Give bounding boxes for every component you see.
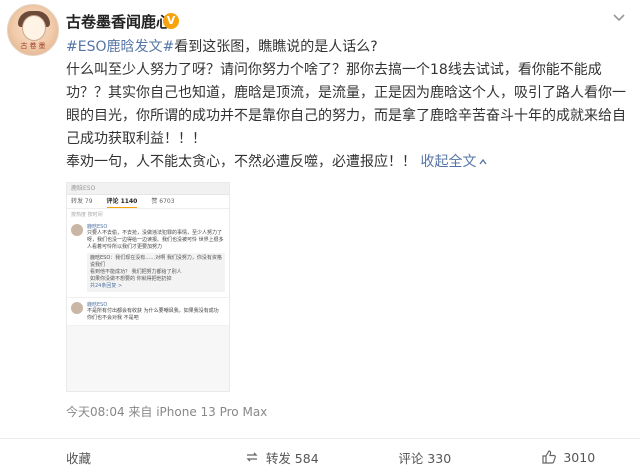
embed-comment: 鹿晗ESO 不是所有付出都会有收获 为什么要嘲讽我，如果我没有成功 你们也不会对… [67,298,229,326]
embed-stat-comment: 评论 1140 [106,195,138,208]
post-line-1-text: 看到这张图，瞧瞧说的是人话么? [174,39,378,55]
post-line-3: 奉劝一句，人不能太贪心，不然必遭反噬，必遭报应！！ 收起全文 [66,151,626,174]
embed-reply: 鹿晗ESO：我们现在没有……对啊 我们没努力，你没有资格说我们 看到他不能成功？… [87,253,225,292]
post-line-3-text: 奉劝一句，人不能太贪心，不然必遭反噬，必遭报应！！ [66,154,416,170]
embed-stats: 转发 79 评论 1140 赞 6703 [67,195,229,209]
post-line-2: 什么叫至少人努力了呀？请问你努力个啥了？那你去搞一个18线去试试，看你能不能成功… [66,62,626,147]
comment-button[interactable]: 评论 330 [353,439,497,475]
chevron-down-icon[interactable] [612,10,626,24]
embed-avatar [71,224,83,236]
embed-comment-name: 鹿晗ESO [87,302,108,308]
avatar-face [22,15,46,41]
repost-icon [246,452,258,462]
embed-top-bar: 鹿晗ESO [67,183,229,195]
avatar-seal: 古卷墨 [20,42,48,50]
embed-comment-body: 只要人不去偷，不去抢，没做违法犯罪的事情，至少人努力了呀，我们也没一边得给一边读… [87,230,224,250]
collapse-label: 收起全文 [420,154,477,170]
embed-reply-3: 如果你没做不想要的 你就得把他扔掉 [90,276,172,282]
embed-stat-like: 赞 6703 [151,198,175,205]
topic-link[interactable]: #ESO鹿晗发文# [66,39,174,55]
post-image[interactable]: 鹿晗ESO 转发 79 评论 1140 赞 6703 按热度 按时间 鹿晗ESO… [66,182,230,392]
collapse-text-button[interactable]: 收起全文 [420,154,488,170]
embed-avatar [71,302,83,314]
action-bar: 收藏 转发 584 评论 330 3010 [0,438,640,475]
weibo-post: 古卷墨 古卷墨香闻鹿心 V #ESO鹿晗发文#看到这张图，瞧瞧说的是人话么? 什… [0,0,640,475]
embed-comment: 鹿晗ESO 只要人不去偷，不去抢，没做违法犯罪的事情，至少人努力了呀，我们也没一… [67,220,229,298]
avatar[interactable]: 古卷墨 [7,4,59,56]
embed-reply-link: 共24条回复 > [90,283,123,289]
like-button[interactable]: 3010 [497,439,640,475]
favorite-label: 收藏 [66,450,92,466]
verified-badge-icon: V [163,13,179,29]
repost-label: 转发 584 [265,450,319,466]
embed-comment-name: 鹿晗ESO [87,224,108,230]
embed-sort: 按热度 按时间 [67,209,229,220]
repost-button[interactable]: 转发 584 [210,439,354,475]
comment-label: 评论 330 [398,450,452,466]
embed-reply-1: 鹿晗ESO：我们现在没有……对啊 我们没努力，你没有资格说我们 [90,255,222,268]
favorite-button[interactable]: 收藏 [0,439,210,475]
embed-stat-repost: 转发 79 [71,198,93,205]
post-meta: 今天08:04 来自 iPhone 13 Pro Max [66,405,268,419]
chevron-up-icon [479,158,488,165]
like-count: 3010 [563,449,596,465]
post-text: #ESO鹿晗发文#看到这张图，瞧瞧说的是人话么? 什么叫至少人努力了呀？请问你努… [66,36,626,174]
embed-comment-body: 不是所有付出都会有收获 为什么要嘲讽我，如果我没有成功 你们也不会对我 不是吧 [87,308,219,321]
username[interactable]: 古卷墨香闻鹿心 [66,11,171,32]
post-line-1: #ESO鹿晗发文#看到这张图，瞧瞧说的是人话么? [66,36,626,59]
thumbs-up-icon [542,450,557,464]
embed-reply-2: 看到他不能成功？ 我们把努力都给了别人 [90,269,182,275]
